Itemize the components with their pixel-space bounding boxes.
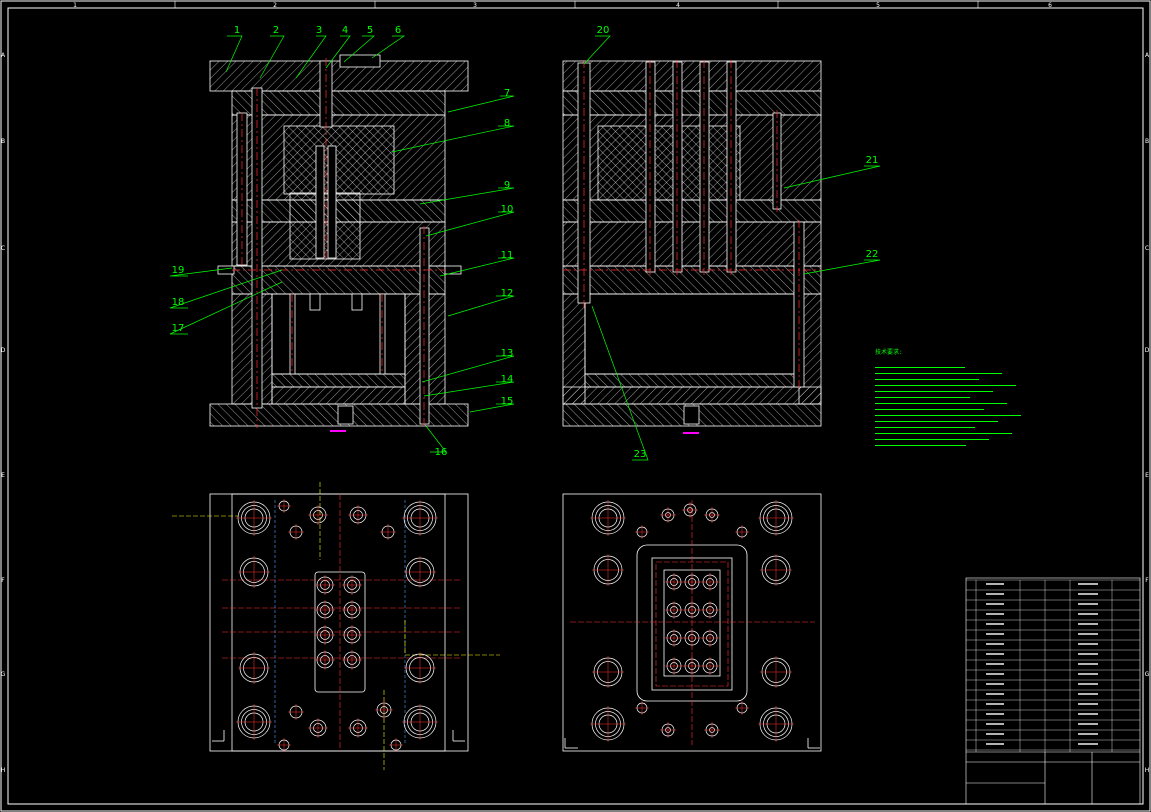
parts-list-table bbox=[966, 579, 1140, 752]
title-block bbox=[965, 577, 1141, 805]
part-number-label: 9 bbox=[504, 180, 510, 191]
part-number-label: 5 bbox=[367, 25, 373, 36]
frame-row-label: E bbox=[1145, 472, 1149, 479]
part-number-label: 14 bbox=[501, 374, 514, 385]
part-number-label: 16 bbox=[435, 447, 448, 458]
frame-row-label: G bbox=[1, 671, 6, 678]
part-number-label: 17 bbox=[172, 323, 185, 334]
frame-row-label: G bbox=[1145, 671, 1150, 678]
leader-line bbox=[447, 295, 515, 317]
side-section-view bbox=[562, 60, 822, 427]
frame-column-label: 1 bbox=[73, 2, 77, 9]
part-number-label: 20 bbox=[597, 25, 610, 36]
frame-row-label: H bbox=[1, 767, 6, 774]
frame-column-label: 6 bbox=[1048, 2, 1052, 9]
frame-row-label: D bbox=[1, 347, 6, 354]
part-number-label: 4 bbox=[342, 25, 348, 36]
part-number-label: 19 bbox=[172, 265, 185, 276]
part-number-label: 18 bbox=[172, 297, 185, 308]
part-number-label: 8 bbox=[504, 118, 510, 129]
frame-row-label: H bbox=[1145, 767, 1150, 774]
frame-column-label: 3 bbox=[473, 2, 477, 9]
part-number-label: 7 bbox=[504, 88, 510, 99]
part-number-label: 22 bbox=[866, 249, 879, 260]
technical-notes-lines bbox=[875, 364, 1025, 448]
part-number-label: 12 bbox=[501, 288, 514, 299]
view-annotations bbox=[330, 430, 699, 434]
fixed-half-plan-view bbox=[172, 482, 500, 770]
frame-row-label: A bbox=[1145, 52, 1150, 59]
frame-row-label: B bbox=[1145, 138, 1149, 145]
leader-line bbox=[583, 35, 611, 65]
frame-row-label: B bbox=[1, 138, 5, 145]
frame-row-label: F bbox=[1, 577, 5, 584]
frame-row-label: E bbox=[1, 472, 5, 479]
part-number-label: 13 bbox=[501, 348, 514, 359]
frame-row-label: A bbox=[1, 52, 6, 59]
technical-note-line bbox=[875, 442, 1025, 448]
part-number-label: 2 bbox=[273, 25, 279, 36]
part-number-label: 1 bbox=[234, 25, 240, 36]
frame-row-label: D bbox=[1145, 347, 1150, 354]
fixed-half-holes bbox=[236, 499, 438, 752]
part-number-label: 21 bbox=[866, 155, 879, 166]
part-number-label: 15 bbox=[501, 396, 514, 407]
frame-column-label: 5 bbox=[876, 2, 880, 9]
part-number-label: 3 bbox=[316, 25, 322, 36]
frame-row-label: F bbox=[1145, 577, 1149, 584]
frame-row-label: C bbox=[1, 245, 5, 252]
frame-column-label: 4 bbox=[676, 2, 680, 9]
part-number-label: 6 bbox=[395, 25, 401, 36]
front-section-view bbox=[209, 54, 469, 427]
frame-row-label: C bbox=[1145, 245, 1149, 252]
leader-line bbox=[371, 35, 406, 59]
frame-column-label: 2 bbox=[273, 2, 277, 9]
part-number-label: 11 bbox=[501, 250, 514, 261]
technical-notes-heading: 技术要求: bbox=[875, 349, 903, 356]
technical-notes: 技术要求: bbox=[875, 350, 1025, 448]
part-number-label: 10 bbox=[501, 204, 514, 215]
part-number-label: 23 bbox=[634, 449, 647, 460]
